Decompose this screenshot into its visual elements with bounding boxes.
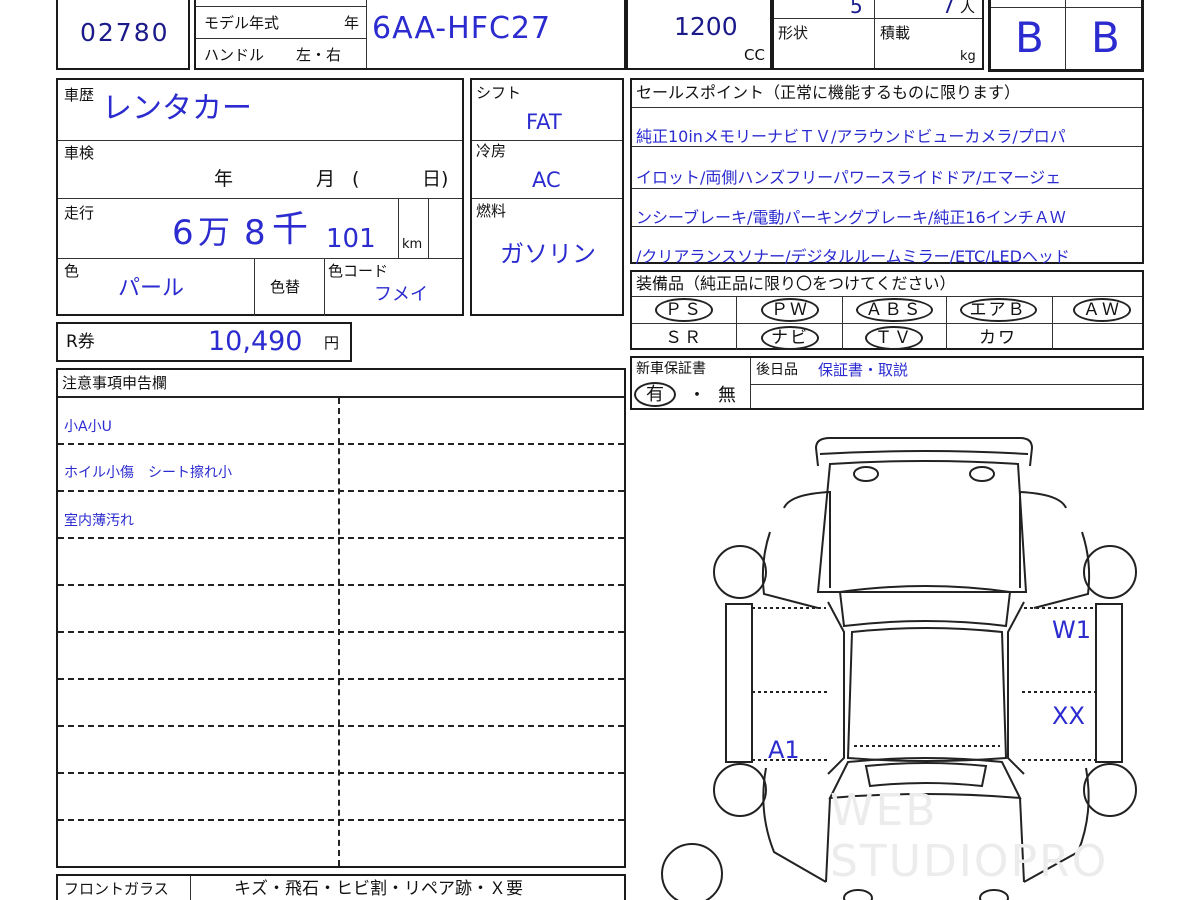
inspection-day-unit: 日) (422, 168, 449, 190)
note-row-2: ホイル小傷 シート擦れ小 (64, 465, 232, 481)
ac-value: AC (532, 168, 561, 192)
mileage-label: 走行 (64, 204, 95, 222)
equipment-box: 装備品（純正品に限り〇をつけてください） ＰＳ ＰＷ ＡＢＳ エアＢ ＡＷ ＳＲ… (630, 270, 1144, 350)
sales-point-line-4: /クリアランスソナー/デジタルルームミラー/ETC/LEDヘッド (636, 247, 1070, 266)
grade-interior: B (1091, 13, 1120, 62)
diagram-mark-w1: W1 (1052, 616, 1091, 644)
windshield-label: フロントガラス (64, 880, 169, 898)
fuel-value: ガソリン (500, 240, 596, 268)
equip-tv: ＴＶ (846, 326, 942, 350)
mileage-unit: km (402, 237, 423, 252)
drivetrain-box: シフト FAT 冷房 AC 燃料 ガソリン (470, 78, 624, 316)
displacement-value: 1200 (674, 12, 738, 41)
equip-airbag: エアＢ (950, 298, 1046, 322)
recycle-box: R券 10,490 円 (56, 322, 352, 362)
equip-ps: ＰＳ (636, 298, 732, 322)
sales-point-line-2: イロット/両側ハンズフリーパワースライドドア/エマージェ (636, 168, 1062, 187)
capacity-value: 7 (942, 0, 955, 18)
model-code: 6AA-HFC27 (372, 11, 552, 46)
warranty-yes: 有 (634, 382, 676, 407)
displacement-box: 1200 CC (626, 0, 772, 70)
aftermarket-value: 保証書・取説 (818, 361, 909, 379)
recycle-unit: 円 (324, 334, 340, 352)
color-value: パール (118, 276, 185, 301)
warranty-box: 新車保証書 有 ・ 無 後日品 保証書・取説 (630, 356, 1144, 410)
color-label: 色 (64, 262, 80, 280)
equip-abs: ＡＢＳ (846, 298, 942, 322)
displacement-unit: CC (744, 46, 765, 64)
mileage-sen-digit: 8 (244, 213, 266, 253)
color-change-label: 色替 (270, 278, 301, 296)
sales-point-line-1: 純正10inメモリーナビＴＶ/アラウンドビューカメラ/プロパ (636, 127, 1066, 146)
capacity-unit: 人 (960, 0, 976, 16)
model-year-unit: 年 (344, 14, 360, 32)
equipment-title: 装備品（純正品に限り〇をつけてください） (636, 274, 956, 293)
windshield-box: フロントガラス キズ・飛石・ヒビ割・リペア跡・Ｘ要 (56, 874, 626, 900)
load-label: 積載 (880, 24, 911, 42)
fuel-label: 燃料 (476, 202, 507, 220)
seats-value: 5 (850, 0, 863, 18)
equip-navi: ナビ (742, 326, 838, 350)
ac-label: 冷房 (476, 142, 507, 160)
load-unit: kg (960, 49, 976, 64)
aftermarket-label: 後日品 (756, 362, 798, 378)
warranty-sep: ・ (688, 385, 706, 406)
note-row-3: 室内薄汚れ (64, 513, 134, 529)
windshield-options: キズ・飛石・ヒビ割・リペア跡・Ｘ要 (234, 879, 523, 899)
note-row-1: 小A小U (64, 419, 112, 435)
shape-box: 5 7 人 形状 積載 kg (772, 0, 984, 70)
shift-value: FAT (526, 110, 562, 134)
notes-box: 注意事項申告欄 小A小U ホイル小傷 シート擦れ小 室内薄汚れ (56, 368, 626, 868)
equip-pw: ＰＷ (742, 298, 838, 322)
sales-point-line-3: ンシーブレーキ/電動パーキングブレーキ/純正16インチＡＷ (636, 208, 1066, 227)
diagram-mark-xx: XX (1052, 702, 1085, 730)
model-year-label: モデル年式 (204, 14, 280, 32)
sales-points-box: セールスポイント（正常に機能するものに限ります） 純正10inメモリーナビＴＶ/… (630, 78, 1144, 266)
shape-label: 形状 (778, 24, 809, 42)
sales-points-title: セールスポイント（正常に機能するものに限ります） (636, 83, 1021, 102)
handle-label: ハンドル (204, 46, 265, 64)
color-code-label: 色コード (328, 262, 389, 280)
vehicle-info-box: 車歴 レンタカー 車検 年 月 ( 日) 走行 6 万 8 千 101 km 色… (56, 78, 464, 316)
grade-exterior: B (1015, 13, 1044, 62)
model-box: モデル年式 年 ハンドル 左・右 6AA-HFC27 (194, 0, 626, 70)
lot-number: 02780 (80, 18, 170, 47)
mileage-rest: 101 (326, 224, 376, 254)
inspection-label: 車検 (64, 144, 95, 162)
equip-leather: カワ (979, 328, 1017, 348)
warranty-no: 無 (718, 385, 736, 406)
mileage-man-unit: 万 (198, 213, 231, 251)
grade-box: B B (988, 0, 1144, 72)
lot-number-box: 02780 (56, 0, 190, 70)
equip-sr: ＳＲ (665, 328, 703, 348)
history-label: 車歴 (64, 86, 95, 104)
mileage-sen-unit: 千 (272, 209, 309, 250)
recycle-label: R券 (66, 332, 95, 352)
watermark: WEB STUDIOPRO (830, 785, 1109, 887)
mileage-man-digit: 6 (172, 213, 194, 253)
diagram-mark-a1: A1 (768, 736, 800, 764)
color-code-value: フメイ (374, 284, 428, 305)
notes-title: 注意事項申告欄 (62, 374, 168, 392)
history-value: レンタカー (102, 91, 252, 126)
inspection-paren: ( (352, 168, 360, 190)
warranty-label: 新車保証書 (636, 361, 706, 377)
recycle-value: 10,490 (208, 326, 303, 357)
shift-label: シフト (476, 84, 522, 102)
inspection-month-unit: 月 (316, 168, 336, 190)
handle-options: 左・右 (296, 46, 342, 64)
inspection-year-unit: 年 (214, 168, 234, 190)
equip-aw: ＡＷ (1054, 298, 1150, 322)
